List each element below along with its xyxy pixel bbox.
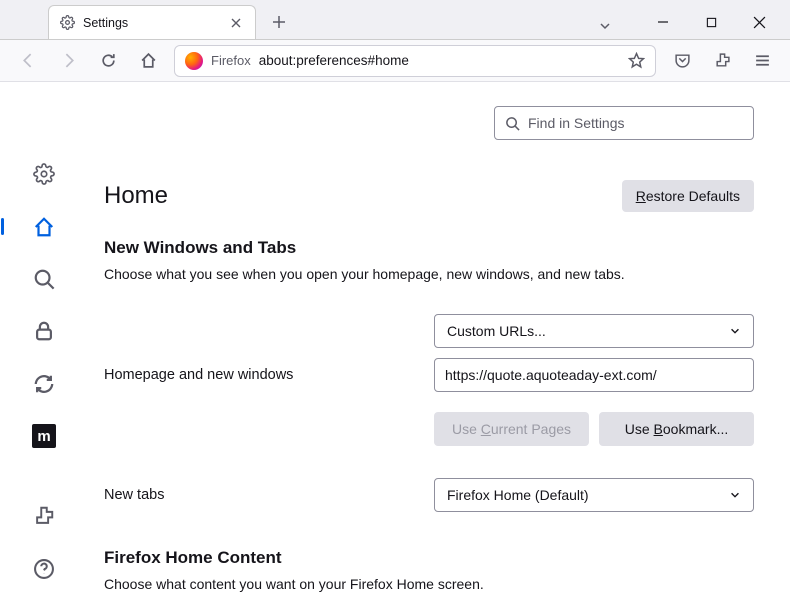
url-text: about:preferences#home — [259, 53, 409, 68]
select-value: Firefox Home (Default) — [447, 487, 589, 503]
extensions-button[interactable] — [708, 47, 736, 75]
bookmark-star-icon[interactable] — [628, 52, 645, 69]
window-controls — [652, 11, 770, 33]
pocket-button[interactable] — [668, 47, 696, 75]
reload-button[interactable] — [94, 47, 122, 75]
homepage-url-input[interactable] — [434, 358, 754, 392]
settings-search[interactable] — [494, 106, 754, 140]
settings-sidebar: m — [0, 82, 88, 601]
sidebar-item-help[interactable] — [29, 557, 59, 581]
search-icon — [505, 116, 520, 131]
sidebar-item-extensions[interactable] — [29, 504, 59, 528]
browser-tab[interactable]: Settings — [48, 5, 256, 39]
url-label: Firefox — [211, 53, 251, 68]
close-window-button[interactable] — [748, 11, 770, 33]
homepage-label: Homepage and new windows — [104, 367, 434, 383]
homepage-select[interactable]: Custom URLs... — [434, 314, 754, 348]
sidebar-item-home[interactable] — [29, 214, 59, 238]
section-title-new-windows: New Windows and Tabs — [104, 238, 754, 258]
settings-search-input[interactable] — [528, 115, 743, 131]
firefox-logo-icon — [185, 52, 203, 70]
use-bookmark-button[interactable]: Use Bookmark... — [599, 412, 754, 446]
section-desc-2: Choose what content you want on your Fir… — [104, 576, 754, 592]
back-button[interactable] — [14, 47, 42, 75]
close-icon[interactable] — [227, 14, 245, 32]
minimize-button[interactable] — [652, 11, 674, 33]
chevron-down-icon[interactable] — [598, 19, 612, 33]
forward-button[interactable] — [54, 47, 82, 75]
titlebar: Settings — [0, 0, 790, 40]
tab-label: Settings — [83, 16, 219, 30]
newtabs-label: New tabs — [104, 487, 434, 503]
page-title: Home — [104, 182, 168, 210]
sidebar-item-search[interactable] — [29, 267, 59, 291]
m-icon: m — [32, 424, 56, 448]
newtabs-select[interactable]: Firefox Home (Default) — [434, 478, 754, 512]
new-tab-button[interactable] — [264, 7, 294, 37]
chevron-down-icon — [729, 325, 741, 337]
section-title-home-content: Firefox Home Content — [104, 548, 754, 568]
home-button[interactable] — [134, 47, 162, 75]
maximize-button[interactable] — [700, 11, 722, 33]
restore-defaults-button[interactable]: Restore Defaults — [622, 180, 754, 212]
gear-icon — [59, 15, 75, 31]
select-value: Custom URLs... — [447, 323, 546, 339]
url-bar[interactable]: Firefox about:preferences#home — [174, 45, 656, 77]
section-desc: Choose what you see when you open your h… — [104, 266, 754, 282]
navbar: Firefox about:preferences#home — [0, 40, 790, 82]
use-current-pages-button[interactable]: Use Current Pages — [434, 412, 589, 446]
sidebar-item-privacy[interactable] — [29, 319, 59, 343]
menu-button[interactable] — [748, 47, 776, 75]
content: m Home Restore Defaults New Windows and … — [0, 82, 790, 601]
settings-main: Home Restore Defaults New Windows and Ta… — [88, 82, 790, 601]
sidebar-item-sync[interactable] — [29, 372, 59, 396]
sidebar-item-general[interactable] — [29, 162, 59, 186]
chevron-down-icon — [729, 489, 741, 501]
sidebar-item-more[interactable]: m — [29, 424, 59, 448]
